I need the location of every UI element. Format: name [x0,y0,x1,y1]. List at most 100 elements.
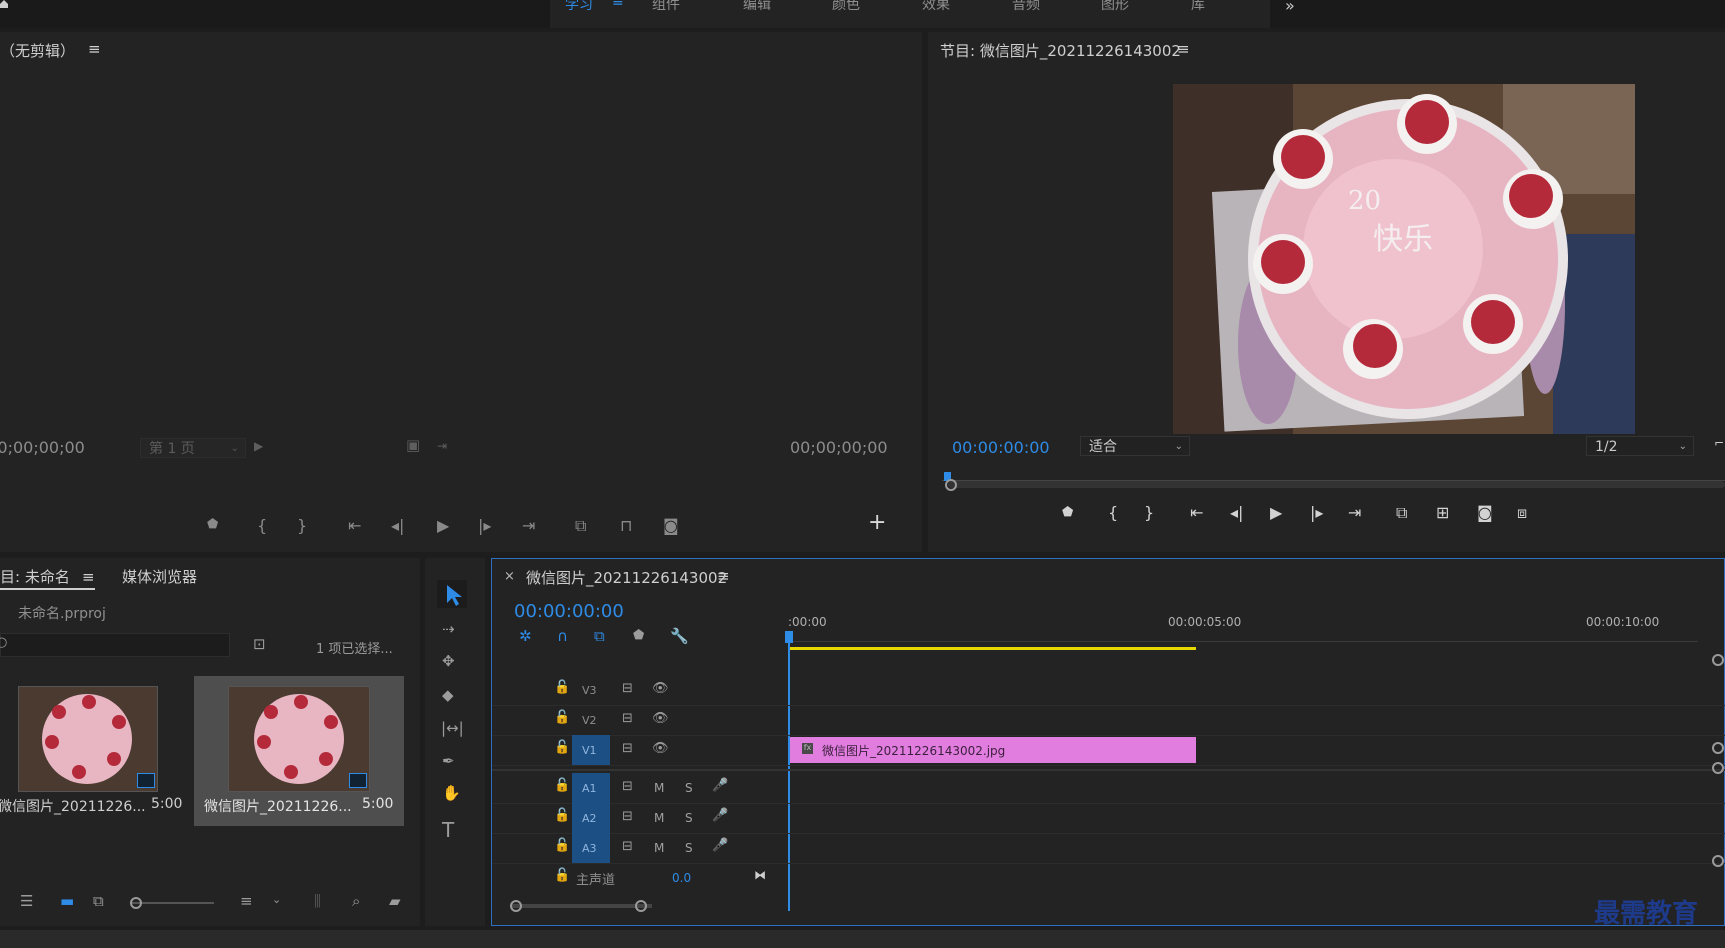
solo-button[interactable]: S [685,781,693,795]
workspace-more-icon[interactable]: » [1285,0,1295,15]
lock-icon[interactable]: 🔓 [554,681,570,694]
timeline-menu-icon[interactable]: ≡ [717,567,730,585]
automate-to-sequence-icon[interactable]: ⫼ [314,894,321,909]
program-zoom-scrollbar[interactable] [948,481,1725,488]
mark-in-icon[interactable]: { [1108,503,1118,522]
mark-in-icon[interactable]: { [257,516,267,535]
video-track-v3[interactable]: 🔓 V3 ⊟ 👁 [492,675,1725,706]
mark-out-icon[interactable]: } [1144,503,1154,522]
program-timecode[interactable]: 00:00:00:00 [952,438,1050,457]
workspace-tab-learn[interactable]: 学习 [565,0,593,14]
microphone-icon[interactable]: 🎤 [712,779,728,792]
source-page-dropdown[interactable]: 第 1 页 ⌄ [140,438,246,458]
go-to-in-icon[interactable]: ⇤ [348,516,361,535]
project-item-selected[interactable]: 微信图片_20211226... 5:00 [194,676,404,826]
new-bin-icon[interactable]: ▰ [389,894,401,909]
scroll-handle-left[interactable] [510,900,522,912]
master-volume-value[interactable]: 0.0 [672,871,691,885]
search-input[interactable] [0,633,230,657]
new-bin-from-search-icon[interactable]: ⊡ [253,637,266,652]
vertical-scroll-handle[interactable] [1712,742,1724,754]
project-item[interactable]: 微信图片_20211226... 5:00 [0,676,187,816]
extract-icon[interactable]: ⊞ [1436,503,1449,522]
type-tool-icon[interactable]: T [442,820,454,840]
eye-icon[interactable]: 👁 [652,742,669,755]
add-marker-icon[interactable]: ⬟ [633,629,644,642]
go-to-out-icon[interactable]: ⇥ [522,516,535,535]
selection-tool-icon[interactable] [437,580,467,608]
insert-clip-icon[interactable]: ⧉ [575,516,586,536]
video-track-v2[interactable]: 🔓 V2 ⊟ 👁 [492,705,1725,736]
home-icon[interactable] [0,0,8,8]
workspace-tab-libraries[interactable]: 库 [1191,0,1205,14]
tab-project[interactable]: 目: 未命名 [0,566,70,587]
sync-lock-icon[interactable]: ⊟ [622,712,633,725]
mute-button[interactable]: M [654,781,664,795]
program-preview-frame[interactable]: 20 快乐 [1173,84,1635,434]
hand-tool-icon[interactable]: ✋ [442,786,461,801]
settings-wrench-icon[interactable]: ⌐ [1714,436,1724,450]
add-button-icon[interactable]: + [868,510,886,535]
audio-track-a3[interactable]: 🔓 A3 ⊟ M S 🎤 [492,833,1725,864]
microphone-icon[interactable]: 🎤 [712,809,728,822]
workspace-tab-assembly[interactable]: 组件 [652,0,680,14]
icon-view-icon[interactable]: ▬ [60,894,74,909]
timeline-timecode[interactable]: 00:00:00:00 [514,601,624,622]
eye-icon[interactable]: 👁 [652,712,669,725]
workspace-tab-graphics[interactable]: 图形 [1101,0,1129,14]
scroll-handle-right[interactable] [635,900,647,912]
insert-icon[interactable]: ⇥ [437,440,447,452]
sync-lock-icon[interactable]: ⊟ [622,780,633,793]
lock-icon[interactable]: 🔓 [554,809,570,822]
play-small-icon[interactable]: ▶ [254,440,263,452]
go-to-out-icon[interactable]: ⇥ [1348,503,1361,522]
lift-icon[interactable]: ⧉ [1396,503,1407,523]
tab-media-browser[interactable]: 媒体浏览器 [122,566,197,587]
track-select-tool-icon[interactable]: ⇢ [442,622,455,637]
go-to-in-out-icon[interactable]: ⧓ [754,869,766,881]
sync-lock-icon[interactable]: ⊟ [622,742,633,755]
chevron-down-icon[interactable]: ⌄ [272,894,281,905]
play-icon[interactable]: ▶ [1270,503,1282,522]
tab-project-menu-icon[interactable]: ≡ [82,568,95,586]
wrench-icon[interactable]: 🔧 [670,629,689,644]
ripple-edit-tool-icon[interactable]: ✥ [442,654,455,669]
lock-icon[interactable]: 🔓 [554,741,570,754]
thumbnail-size-slider[interactable] [132,902,214,904]
step-back-icon[interactable]: ◂| [391,516,404,535]
thumbnail-size-handle[interactable] [130,897,142,909]
play-icon[interactable]: ▶ [437,516,449,535]
sort-icon[interactable]: ≡ [240,894,253,909]
workspace-tab-editing[interactable]: 编辑 [743,0,771,14]
program-scroll-handle[interactable] [945,479,957,491]
video-track-v1[interactable]: 🔓 V1 ⊟ 👁 fx 微信图片_20211226143002.jpg [492,735,1725,766]
list-view-icon[interactable]: ☰ [20,894,33,909]
audio-track-a1[interactable]: 🔓 A1 ⊟ M S 🎤 [492,773,1725,804]
workspace-menu-icon[interactable]: ≡ [612,0,624,10]
source-monitor-menu-icon[interactable]: ≡ [88,40,101,58]
mark-out-icon[interactable]: } [297,516,307,535]
vertical-scroll-handle[interactable] [1712,855,1724,867]
freeform-view-icon[interactable]: ⧉ [93,894,104,909]
audio-track-a2[interactable]: 🔓 A2 ⊟ M S 🎤 [492,803,1725,834]
microphone-icon[interactable]: 🎤 [712,839,728,852]
solo-button[interactable]: S [685,841,693,855]
razor-tool-icon[interactable]: ◆ [442,688,454,703]
workspace-tab-audio[interactable]: 音频 [1012,0,1040,14]
eye-icon[interactable]: 👁 [652,682,669,695]
workspace-tab-color[interactable]: 颜色 [832,0,860,14]
go-to-in-icon[interactable]: ⇤ [1190,503,1203,522]
close-icon[interactable]: × [504,569,515,584]
comparison-view-icon[interactable]: ⧈ [1517,503,1527,523]
add-marker-icon[interactable]: ⬟ [1062,505,1073,520]
pen-tool-icon[interactable]: ✒ [442,754,455,769]
sync-lock-icon[interactable]: ⊟ [622,840,633,853]
snap-icon[interactable]: ∩ [557,629,568,644]
step-forward-icon[interactable]: |▸ [1310,503,1323,522]
source-timecode[interactable]: ;0;00;00;00 [0,438,85,457]
vertical-scroll-handle[interactable] [1712,762,1724,774]
mute-button[interactable]: M [654,811,664,825]
time-ruler[interactable] [788,631,1698,642]
workspace-tab-effects[interactable]: 效果 [922,0,950,14]
timeline-sequence-name[interactable]: 微信图片_20211226143002 [526,567,727,588]
